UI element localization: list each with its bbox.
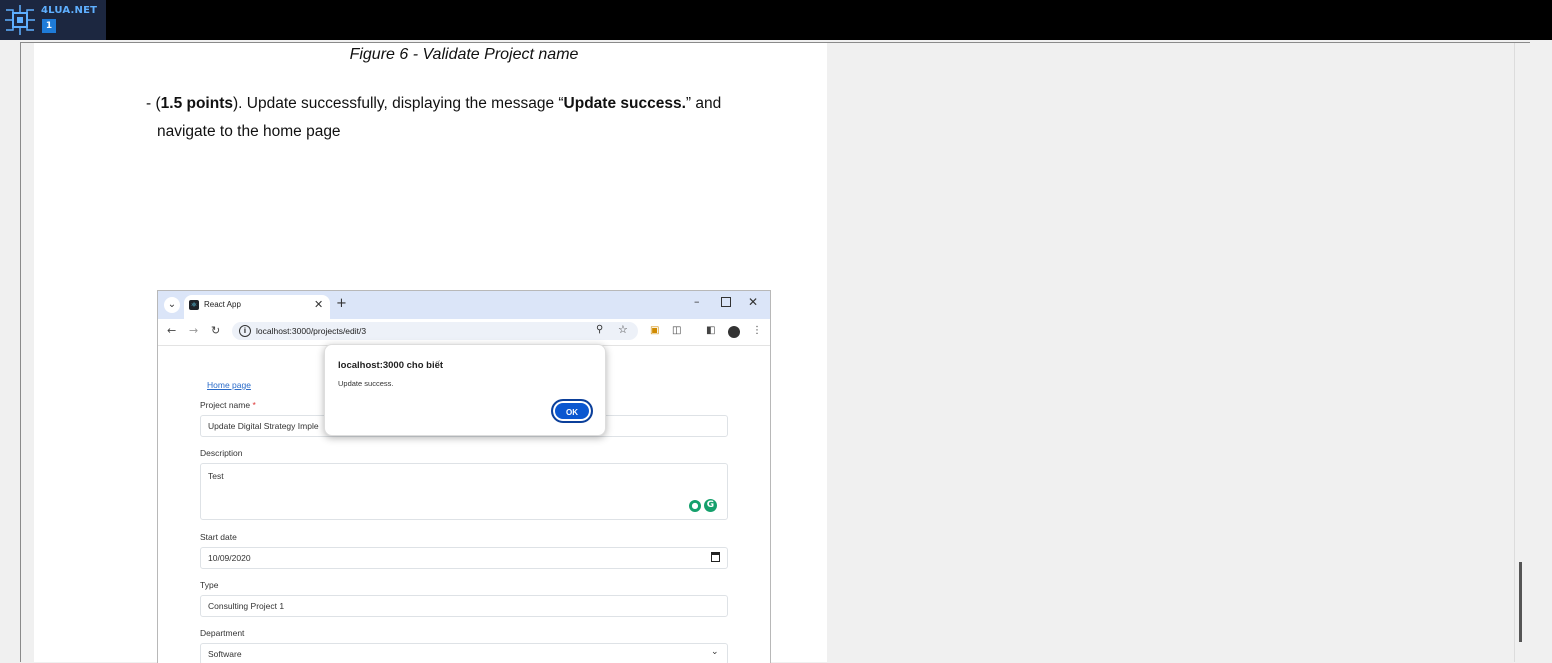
start-date-value: 10/09/2020 xyxy=(208,553,251,563)
url-text: localhost:3000/projects/edit/3 xyxy=(256,326,367,336)
home-page-link[interactable]: Home page xyxy=(207,380,251,390)
site-logo[interactable]: 4LUA.NET 1 xyxy=(0,0,106,40)
message-text: Update success. xyxy=(563,95,686,112)
chevron-down-icon: ⌄ xyxy=(711,647,719,657)
logo-badge: 1 xyxy=(42,19,56,33)
extensions-puzzle-icon[interactable]: ◫ xyxy=(672,325,681,336)
minimize-icon[interactable]: – xyxy=(694,295,700,308)
tab-search-icon[interactable]: ⌄ xyxy=(164,297,180,313)
project-name-value: Update Digital Strategy Imple xyxy=(208,421,319,431)
maximize-icon[interactable] xyxy=(721,297,731,307)
instruction-paragraph: - (1.5 points). Update successfully, dis… xyxy=(146,90,766,146)
circuit-chip-icon xyxy=(5,5,35,35)
project-name-label: Project name * xyxy=(200,400,256,410)
browser-toolbar: ← → ↻ i localhost:3000/projects/edit/3 ⚲… xyxy=(158,319,770,346)
para-line-2: navigate to the home page xyxy=(157,123,341,140)
site-info-icon[interactable]: i xyxy=(239,325,251,337)
alert-dialog: localhost:3000 cho biết Update success. … xyxy=(324,344,606,436)
address-bar[interactable]: i localhost:3000/projects/edit/3 ⚲ ☆ xyxy=(232,322,638,340)
required-mark: * xyxy=(252,400,256,410)
window-close-icon[interactable]: ✕ xyxy=(748,295,758,309)
calendar-icon[interactable] xyxy=(711,552,720,562)
para-mid: ). Update successfully, displaying the m… xyxy=(233,95,564,112)
menu-dots-icon[interactable]: ⋮ xyxy=(752,325,762,336)
forward-icon[interactable]: → xyxy=(189,324,198,337)
dialog-title: localhost:3000 cho biết xyxy=(338,360,444,371)
grammarly-icon[interactable]: G xyxy=(704,499,717,512)
type-value: Consulting Project 1 xyxy=(208,601,285,611)
start-date-input[interactable]: 10/09/2020 xyxy=(200,547,728,569)
zoom-icon[interactable]: ⚲ xyxy=(596,324,603,335)
lightbulb-icon[interactable]: ● xyxy=(689,500,701,512)
browser-tab-bar: ⌄ ⚛ React App ✕ + – ✕ xyxy=(158,291,770,319)
document-frame-left xyxy=(20,42,21,662)
reload-icon[interactable]: ↻ xyxy=(211,324,220,337)
bookmark-star-icon[interactable]: ☆ xyxy=(618,323,628,336)
scrollbar-thumb[interactable] xyxy=(1519,562,1522,642)
type-label: Type xyxy=(200,580,219,590)
ok-button[interactable]: OK xyxy=(551,399,593,423)
logo-text: 4LUA.NET xyxy=(41,5,98,16)
department-select[interactable]: Software ⌄ xyxy=(200,643,728,663)
description-textarea[interactable]: Test ● G xyxy=(200,463,728,520)
new-tab-icon[interactable]: + xyxy=(336,296,347,311)
description-value: Test xyxy=(208,471,224,481)
type-input[interactable]: Consulting Project 1 xyxy=(200,595,728,617)
para-prefix: - ( xyxy=(146,95,161,112)
tab-close-icon[interactable]: ✕ xyxy=(314,298,323,311)
extension-icon[interactable]: ▣ xyxy=(650,325,659,336)
top-black-bar xyxy=(0,0,1552,40)
project-name-label-text: Project name xyxy=(200,400,251,410)
dialog-message: Update success. xyxy=(338,379,394,388)
points-text: 1.5 points xyxy=(160,95,233,112)
back-icon[interactable]: ← xyxy=(167,324,176,337)
react-favicon-icon: ⚛ xyxy=(189,300,199,310)
browser-tab[interactable]: ⚛ React App ✕ xyxy=(184,295,330,319)
viewer-right-border xyxy=(1514,43,1515,662)
tab-title: React App xyxy=(204,300,241,309)
description-label: Description xyxy=(200,448,243,458)
figure-caption: Figure 6 - Validate Project name xyxy=(349,46,579,63)
browser-screenshot: ⌄ ⚛ React App ✕ + – ✕ ← → ↻ i localhost:… xyxy=(157,290,771,663)
department-value: Software xyxy=(208,649,242,659)
department-label: Department xyxy=(200,628,245,638)
side-panel-icon[interactable]: ◧ xyxy=(706,325,715,336)
start-date-label: Start date xyxy=(200,532,237,542)
para-suffix: ” and xyxy=(685,95,722,112)
profile-avatar-icon[interactable] xyxy=(728,326,740,338)
